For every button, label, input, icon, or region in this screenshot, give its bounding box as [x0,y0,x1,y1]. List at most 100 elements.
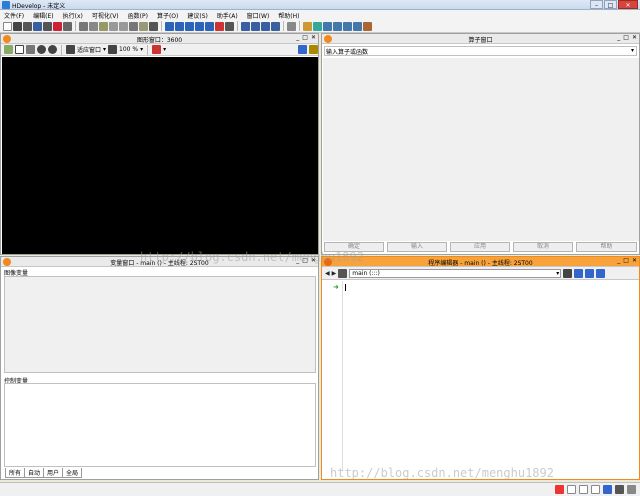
step-into-icon[interactable] [195,21,204,31]
panel-minimize-button[interactable]: _ [617,34,620,41]
reset-icon[interactable] [225,21,234,31]
menu-suggestions[interactable]: 建议(S) [187,11,208,20]
chevron-down-icon[interactable]: ▾ [140,46,143,53]
magnify-icon[interactable] [37,45,46,54]
panel-maximize-button[interactable]: □ [623,257,629,264]
calibration-icon[interactable] [313,21,322,31]
panel-maximize-button[interactable]: □ [623,34,629,41]
color-palette-icon[interactable] [152,45,162,54]
close-button[interactable]: ✕ [618,0,638,9]
panel-maximize-button[interactable]: □ [302,34,308,41]
procedure-icon[interactable] [338,268,348,278]
fit-window-label[interactable]: 适应窗口 [77,45,101,54]
image-variables-pane[interactable] [4,276,316,373]
settings-icon[interactable] [139,21,148,31]
menu-visualize[interactable]: 可视化(V) [92,11,119,20]
image-acquisition-icon[interactable] [303,21,312,31]
histogram-icon[interactable] [323,21,332,31]
step-over-icon[interactable] [185,21,194,31]
graphics-settings-icon[interactable] [309,45,318,54]
cut-icon[interactable] [79,21,88,31]
new-file-icon[interactable] [3,21,12,31]
inspect-icon[interactable] [353,21,362,31]
procedure-interface-icon[interactable] [574,268,584,278]
ime-moon-icon[interactable] [579,485,588,494]
cancel-button[interactable]: 取消 [513,242,573,252]
menu-window[interactable]: 窗口(W) [247,11,270,20]
ime-keyboard-icon[interactable] [603,485,612,494]
graphics-window-icon[interactable] [241,21,250,31]
graphics-canvas[interactable] [2,57,318,254]
pin-icon[interactable] [298,45,307,54]
ime-user-icon[interactable] [615,485,624,494]
menu-assistants[interactable]: 助手(A) [217,11,238,20]
line-profile-icon[interactable] [333,21,342,31]
print-icon[interactable] [53,21,62,31]
save-icon[interactable] [33,21,42,31]
panel-close-button[interactable]: ✕ [632,257,637,264]
procedure-select[interactable]: main (:::) ▾ [349,268,562,278]
zoom-level-icon[interactable] [108,45,118,54]
program-gutter[interactable]: ➜ [323,281,343,471]
panel-minimize-button[interactable]: _ [296,34,299,41]
program-window-icon[interactable] [261,21,270,31]
menu-file[interactable]: 文件(F) [4,11,24,20]
step-out-icon[interactable] [205,21,214,31]
forward-arrow-icon[interactable]: ▶ [332,270,337,277]
operator-search-input[interactable]: 输入算子或函数 ▾ [324,46,637,56]
panel-minimize-button[interactable]: _ [617,257,620,264]
clear-icon[interactable] [4,45,13,54]
menu-functions[interactable]: 函数(P) [128,11,148,20]
zoom-dropdown-icon[interactable] [48,45,57,54]
back-arrow-icon[interactable]: ◀ [325,270,330,277]
panel-close-button[interactable]: ✕ [632,34,637,41]
copy-icon[interactable] [89,21,98,31]
help-button[interactable]: 帮助 [576,242,637,252]
paste-icon[interactable] [99,21,108,31]
tab-global[interactable]: 全局 [62,468,83,478]
chevron-down-icon[interactable]: ▾ [103,46,106,53]
menu-execute[interactable]: 执行(x) [63,11,83,20]
zoom-level-select[interactable]: 100 % [119,46,138,53]
operator-window-icon[interactable] [271,21,280,31]
undo-icon[interactable] [109,21,118,31]
apply-button[interactable]: 应用 [450,242,510,252]
enter-button[interactable]: 输入 [387,242,447,252]
chevron-down-icon[interactable]: ▾ [631,47,634,54]
tab-auto[interactable]: 自动 [24,468,45,478]
menu-help[interactable]: 帮助(H) [278,11,299,20]
ime-punct-icon[interactable] [591,485,600,494]
zoom-icon[interactable] [363,21,372,31]
run-icon[interactable] [165,21,174,31]
minimize-button[interactable]: – [590,0,603,9]
menu-operators[interactable]: 算子(O) [157,11,178,20]
procedure-settings-icon[interactable] [585,268,595,278]
save-as-icon[interactable] [43,21,52,31]
procedure-docs-icon[interactable] [596,268,606,278]
variable-window-icon[interactable] [251,21,260,31]
maximize-button[interactable]: □ [604,0,617,9]
pointer-icon[interactable] [15,45,24,54]
ime-tools-icon[interactable] [627,485,636,494]
tab-all[interactable]: 所有 [5,468,26,478]
edit-procedure-icon[interactable] [563,268,573,278]
run-to-insert-icon[interactable] [175,21,184,31]
gear-icon[interactable] [287,21,296,31]
redo-icon[interactable] [119,21,128,31]
features-icon[interactable] [343,21,352,31]
find-icon[interactable] [129,21,138,31]
ime-sogou-icon[interactable] [555,485,564,494]
program-editor[interactable] [344,281,638,471]
pan-hand-icon[interactable] [26,45,35,54]
comment-icon[interactable] [149,21,158,31]
chevron-down-icon[interactable]: ▾ [556,270,559,277]
properties-icon[interactable] [63,21,72,31]
open-recent-icon[interactable] [23,21,32,31]
chevron-down-icon[interactable]: ▾ [163,46,166,53]
open-file-icon[interactable] [13,21,22,31]
tab-user[interactable]: 用户 [43,468,64,478]
fit-window-icon[interactable] [66,45,75,54]
menu-edit[interactable]: 编辑(E) [33,11,53,20]
stop-icon[interactable] [215,21,224,31]
control-variables-pane[interactable] [4,383,316,467]
